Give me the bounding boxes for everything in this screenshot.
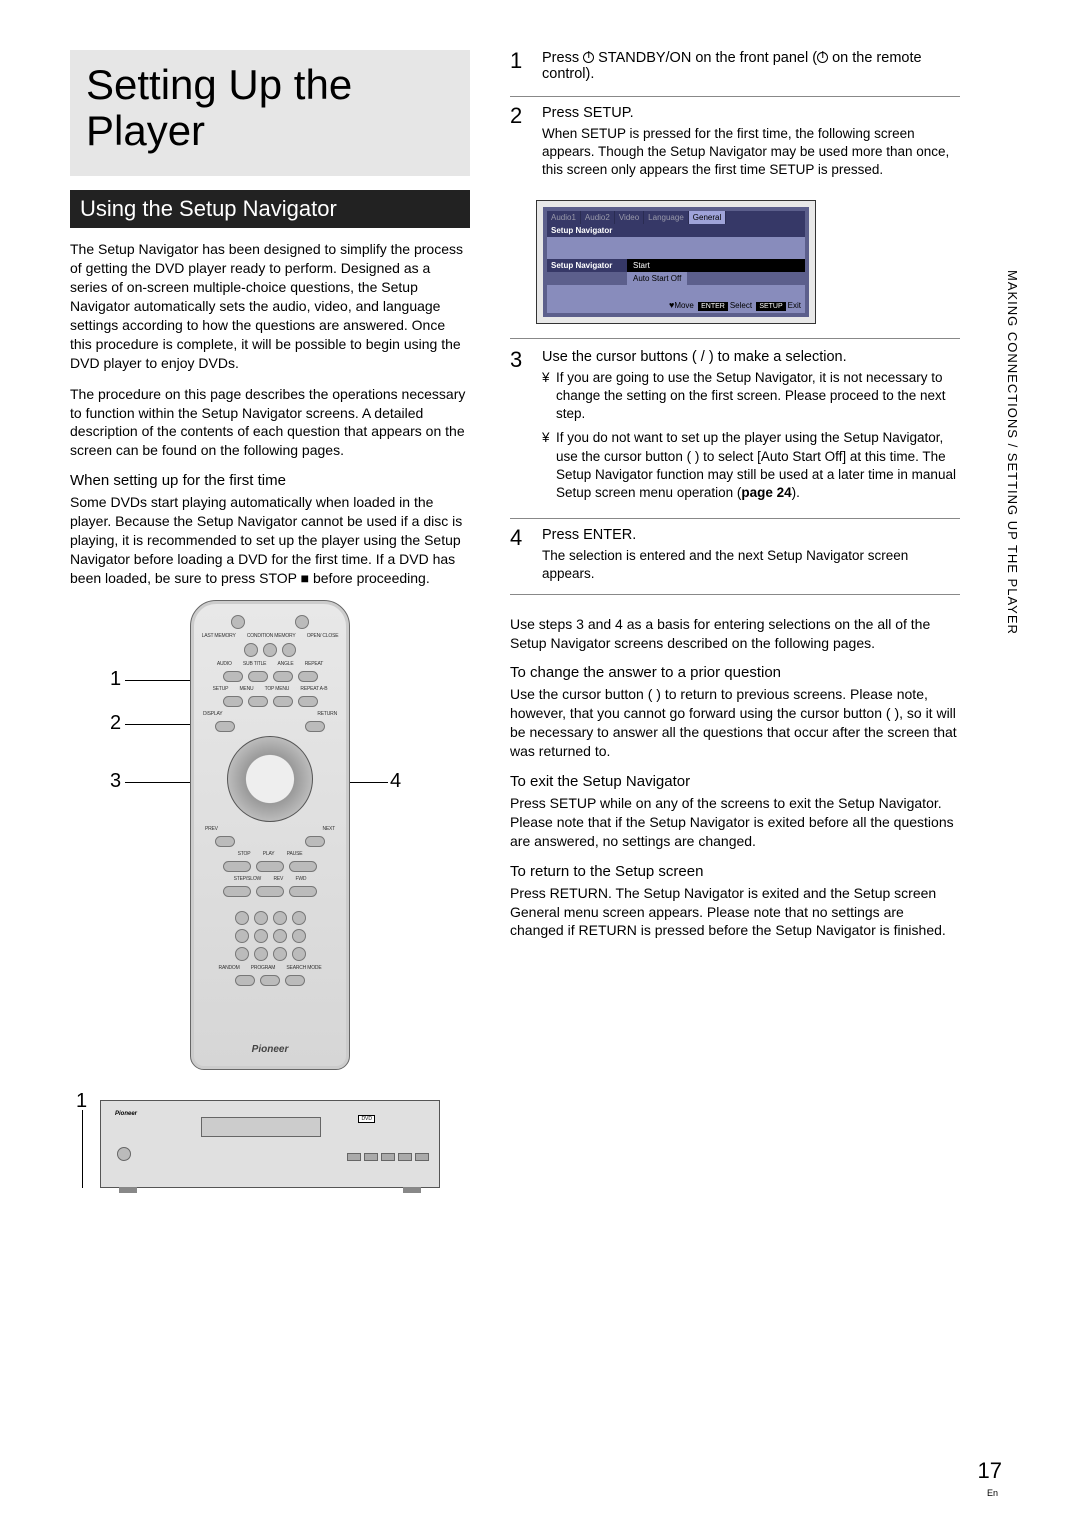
osd-option-start: Start [627,259,805,272]
step-number: 4 [510,527,530,583]
osd-option-autostartoff: Auto Start Off [627,272,687,285]
power-icon [817,52,828,63]
player-brand: Pioneer [115,1111,137,1117]
subhead-first-time: When setting up for the first time [70,472,470,489]
step-number: 3 [510,349,530,509]
osd-tab-video: Video [615,211,644,224]
left-column: Setting Up the Player Using the Setup Na… [70,50,470,1188]
subhead-return-setup: To return to the Setup screen [510,863,960,880]
page-title-box: Setting Up the Player [70,50,470,176]
step-3-bullet-1: If you are going to use the Setup Naviga… [542,369,960,424]
step-3-head: Use the cursor buttons ( / ) to make a s… [542,349,960,365]
step-number: 1 [510,50,530,86]
page-language: En [987,1488,998,1498]
step-2: 2 Press SETUP. When SETUP is pressed for… [510,105,960,190]
first-time-paragraph: Some DVDs start playing automatically wh… [70,493,470,587]
right-column: 1 Press STANDBY/ON on the front panel ( … [510,50,960,1188]
change-answer-paragraph: Use the cursor button ( ) to return to p… [510,685,960,761]
callout-4: 4 [390,770,401,793]
subhead-change-answer: To change the answer to a prior question [510,664,960,681]
step-4: 4 Press ENTER. The selection is entered … [510,527,960,594]
side-tab-text: MAKING CONNECTIONS / SETTING UP THE PLAY… [1005,270,1020,635]
step-4-detail: The selection is entered and the next Se… [542,547,960,583]
dvd-player-illustration: Pioneer DVD [100,1100,440,1188]
callout-2: 2 [110,712,121,735]
remote-control: LAST MEMORY CONDITION MEMORY OPEN/ CLOSE… [190,600,350,1070]
power-icon [583,52,594,63]
exit-navigator-paragraph: Press SETUP while on any of the screens … [510,794,960,851]
step-1: 1 Press STANDBY/ON on the front panel ( … [510,50,960,97]
step-4-head: Press ENTER. [542,527,960,543]
page-number: 17 [978,1458,1002,1484]
step-3: 3 Use the cursor buttons ( / ) to make a… [510,349,960,520]
osd-screenshot: Audio1 Audio2 Video Language General Set… [536,200,816,324]
step-number: 2 [510,105,530,180]
dvd-logo: DVD [358,1115,375,1123]
osd-tab-audio1: Audio1 [547,211,581,224]
step-2-detail: When SETUP is pressed for the first time… [542,125,960,180]
osd-row-label: Setup Navigator [547,259,627,272]
return-setup-paragraph: Press RETURN. The Setup Navigator is exi… [510,884,960,941]
section-title-bar: Using the Setup Navigator [70,190,470,228]
step-3-bullet-2: If you do not want to set up the player … [542,429,960,502]
callout-3: 3 [110,770,121,793]
remote-brand: Pioneer [191,1044,349,1055]
remote-illustration: 1 2 3 4 LAST MEMORY CONDITION MEMORY OPE… [70,600,470,1188]
intro-paragraph-2: The procedure on this page describes the… [70,385,470,461]
osd-title-bar: Setup Navigator [547,224,805,237]
osd-tab-language: Language [644,211,689,224]
subhead-exit-navigator: To exit the Setup Navigator [510,773,960,790]
page-title: Setting Up the Player [86,62,454,154]
intro-paragraph-1: The Setup Navigator has been designed to… [70,240,470,372]
osd-tab-general: General [689,211,726,224]
nav-wheel [227,736,313,822]
after-steps-paragraph: Use steps 3 and 4 as a basis for enterin… [510,615,960,653]
callout-1: 1 [110,668,121,691]
step-2-head: Press SETUP. [542,105,960,121]
osd-tab-audio2: Audio2 [581,211,615,224]
step-1-head: Press STANDBY/ON on the front panel ( on… [542,50,960,82]
manual-page: MAKING CONNECTIONS / SETTING UP THE PLAY… [0,0,1080,1526]
osd-footer: ♥Move ENTERSelect SETUPExit [547,297,805,313]
